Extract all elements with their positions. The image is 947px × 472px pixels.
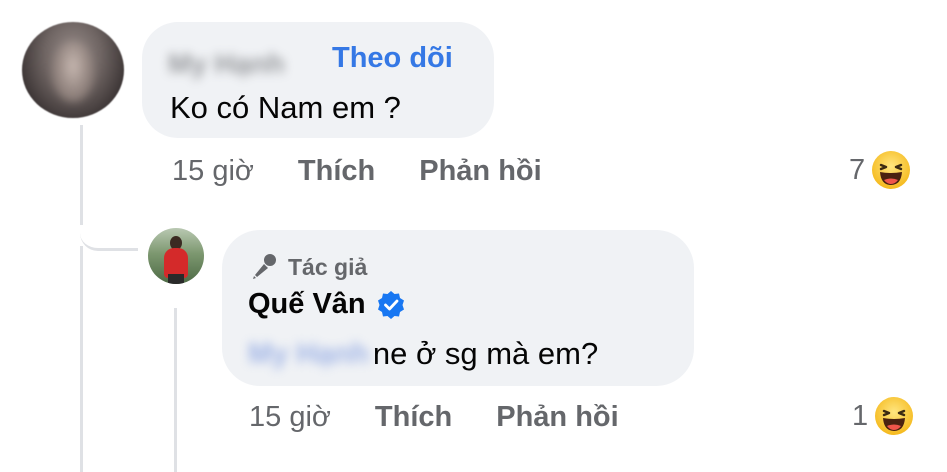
haha-emoji-icon (871, 150, 911, 190)
author-tag: Tác giả (250, 252, 367, 282)
reply-text: My Hạnh ne ở sg mà em? (248, 336, 598, 372)
comment-reply-button[interactable]: Phản hồi (419, 155, 541, 188)
thread-line-reply (174, 308, 177, 472)
comment-reaction-summary[interactable]: 7 (849, 150, 911, 190)
microphone-icon (250, 252, 280, 282)
commenter-avatar[interactable] (22, 22, 124, 118)
reply-author-name[interactable]: Quế Vân (248, 288, 366, 321)
comment-thread: My Hạnh Theo dõi Ko có Nam em ? 15 giờ T… (0, 0, 947, 472)
reply-actions: 15 giờ Thích Phản hồi (249, 401, 619, 434)
follow-link[interactable]: Theo dõi (332, 42, 453, 75)
reply-mention[interactable]: My Hạnh (248, 338, 369, 371)
comment-like-button[interactable]: Thích (298, 155, 375, 188)
reply-like-button[interactable]: Thích (375, 401, 452, 434)
reply-reaction-count: 1 (852, 399, 869, 432)
avatar-figure-legs (168, 274, 184, 284)
reply-timestamp[interactable]: 15 giờ (249, 401, 331, 434)
reply-reaction-summary[interactable]: 1 (852, 396, 914, 436)
comment-actions: 15 giờ Thích Phản hồi (172, 155, 542, 188)
reply-text-body: ne ở sg mà em? (372, 336, 599, 371)
reply-author-avatar[interactable] (148, 228, 204, 284)
reply-bubble: Tác giả Quế Vân My Hạnh ne ở sg mà em? (222, 230, 694, 386)
reply-reply-button[interactable]: Phản hồi (496, 401, 618, 434)
verified-badge-icon (376, 290, 406, 320)
comment-author-name[interactable]: My Hạnh (168, 48, 285, 80)
haha-emoji-icon (874, 396, 914, 436)
comment-bubble: My Hạnh Theo dõi Ko có Nam em ? (142, 22, 494, 138)
comment-text: Ko có Nam em ? (170, 90, 401, 125)
comment-reaction-count: 7 (849, 153, 866, 186)
author-tag-label: Tác giả (288, 253, 368, 280)
thread-connector (80, 200, 138, 251)
thread-line-lower (80, 246, 83, 472)
comment-timestamp[interactable]: 15 giờ (172, 155, 254, 188)
reply-author: Quế Vân (248, 288, 406, 321)
